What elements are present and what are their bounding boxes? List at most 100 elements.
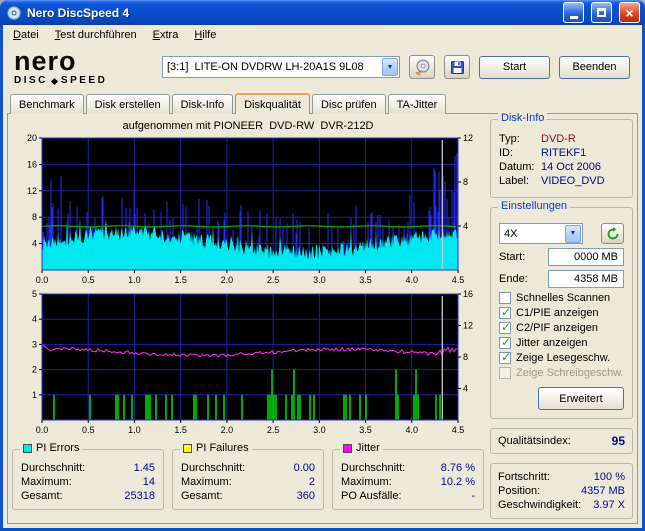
pi-errors-statbox: PI Errors Durchschnitt: 1.45 Maximum: 14 G… xyxy=(12,442,164,510)
checkbox-label: Zeige Schreibgeschw. xyxy=(516,367,624,379)
svg-text:4.0: 4.0 xyxy=(406,275,419,285)
tab-disk-erstellen[interactable]: Disk erstellen xyxy=(85,94,170,114)
nero-discspeed-window: Nero DiscSpeed 4 × Datei Test durchführe… xyxy=(0,0,645,531)
chart-column: aufgenommen mit PIONEER DVD-RW DVR-212D … xyxy=(12,119,484,519)
logo-disc-text: DISC xyxy=(14,75,48,87)
pi-failures-statbox: PI Failures Durchschnitt: 0.00 Maximum: 2 … xyxy=(172,442,324,510)
checkbox-label: C2/PIF anzeigen xyxy=(516,322,598,334)
checkbox-row: Zeige Schreibgeschw. xyxy=(499,367,624,379)
tab-disk-info[interactable]: Disk-Info xyxy=(171,94,234,114)
checkbox-label: Schnelles Scannen xyxy=(516,292,611,304)
position-value: 4357 MB xyxy=(580,485,625,497)
svg-text:1.5: 1.5 xyxy=(174,425,187,435)
stat-label: Gesamt: xyxy=(181,490,223,502)
checkbox-row[interactable]: Zeige Lesegeschw. xyxy=(499,350,624,364)
checkbox-schnelles-scannen[interactable] xyxy=(499,292,511,304)
svg-text:4: 4 xyxy=(463,221,468,231)
tabstrip: Benchmark Disk erstellen Disk-Info Diskq… xyxy=(3,90,642,114)
menu-extra[interactable]: Extra xyxy=(145,27,187,43)
logo-speed-text: SPEED xyxy=(60,75,108,87)
tab-benchmark[interactable]: Benchmark xyxy=(10,94,84,114)
refresh-speed-button[interactable] xyxy=(601,223,624,244)
save-button[interactable] xyxy=(444,55,470,80)
checkbox-zeige-lesegeschw[interactable] xyxy=(499,350,511,364)
stat-value: 14 xyxy=(142,476,155,488)
jitter-title: Jitter xyxy=(356,442,380,454)
disk-id-label: ID: xyxy=(499,147,514,159)
svg-text:20: 20 xyxy=(27,134,37,143)
start-position-field[interactable]: 0000 MB xyxy=(548,248,624,266)
settings-title: Einstellungen xyxy=(498,200,571,212)
chevron-down-icon[interactable]: ▼ xyxy=(565,224,581,243)
svg-text:12: 12 xyxy=(463,134,473,143)
stat-value: 25318 xyxy=(124,490,155,502)
nero-brand-text: nero xyxy=(14,46,77,77)
drive-select-value: [3:1] LITE-ON DVDRW LH-20A1S 9L08 xyxy=(167,61,364,74)
recorded-with-text: aufgenommen mit PIONEER DVD-RW DVR-212D xyxy=(122,120,374,132)
checkbox-label: Zeige Lesegeschw. xyxy=(516,352,611,364)
end-position-field[interactable]: 4358 MB xyxy=(548,270,624,288)
svg-text:2.0: 2.0 xyxy=(221,425,234,435)
pi-errors-title: PI Errors xyxy=(36,442,80,454)
speed-select-value: 4X xyxy=(504,227,518,240)
svg-text:4: 4 xyxy=(463,384,468,394)
quality-index-value: 95 xyxy=(611,434,625,448)
pi-failures-title: PI Failures xyxy=(196,442,249,454)
stat-label: PO Ausfälle: xyxy=(341,490,402,502)
checkbox-row[interactable]: C2/PIF anzeigen xyxy=(499,320,624,334)
checkbox-row[interactable]: Jitter anzeigen xyxy=(499,335,624,349)
start-button[interactable]: Start xyxy=(479,55,550,79)
stat-value: 360 xyxy=(296,490,315,502)
menu-test-durchfuehren[interactable]: Test durchführen xyxy=(47,27,145,43)
stat-label: Durchschnitt: xyxy=(181,462,246,474)
menu-hilfe[interactable]: Hilfe xyxy=(186,27,224,43)
tab-disc-pruefen[interactable]: Disc prüfen xyxy=(311,94,386,114)
stat-value: 8.76 % xyxy=(440,462,475,474)
quality-index-box: Qualitätsindex: 95 xyxy=(490,428,633,454)
maximize-icon xyxy=(597,8,606,17)
stat-value: 1.45 xyxy=(133,462,155,474)
svg-text:8: 8 xyxy=(463,352,468,362)
checkbox-row[interactable]: C1/PIE anzeigen xyxy=(499,305,624,319)
refresh-icon xyxy=(607,226,618,239)
checkbox-label: Jitter anzeigen xyxy=(516,337,588,349)
minimize-button[interactable] xyxy=(563,2,584,23)
svg-text:0.5: 0.5 xyxy=(82,275,95,285)
quit-button[interactable]: Beenden xyxy=(559,55,630,79)
svg-text:4: 4 xyxy=(32,314,37,324)
svg-text:3.5: 3.5 xyxy=(359,425,372,435)
menubar: Datei Test durchführen Extra Hilfe xyxy=(3,25,642,45)
quality-index-label: Qualitätsindex: xyxy=(498,435,571,447)
stat-label: Durchschnitt: xyxy=(21,462,86,474)
eject-disc-button[interactable] xyxy=(409,55,435,80)
svg-text:5: 5 xyxy=(32,290,37,299)
svg-text:8: 8 xyxy=(32,212,37,222)
checkbox-row[interactable]: Schnelles Scannen xyxy=(499,292,624,304)
advanced-button[interactable]: Erweitert xyxy=(538,387,624,410)
tab-diskqualitaet[interactable]: Diskqualität xyxy=(235,93,310,114)
svg-text:4.5: 4.5 xyxy=(452,425,465,435)
svg-text:2: 2 xyxy=(32,365,37,375)
svg-text:1.5: 1.5 xyxy=(174,275,187,285)
drive-select[interactable]: [3:1] LITE-ON DVDRW LH-20A1S 9L08 ▼ xyxy=(162,56,400,79)
svg-text:2.5: 2.5 xyxy=(267,275,280,285)
close-button[interactable]: × xyxy=(619,2,640,23)
checkbox-c2-pif-anzeigen[interactable] xyxy=(499,320,511,334)
svg-text:2.0: 2.0 xyxy=(221,275,234,285)
diskqualitaet-page: aufgenommen mit PIONEER DVD-RW DVR-212D … xyxy=(7,112,638,524)
checkbox-c1-pie-anzeigen[interactable] xyxy=(499,305,511,319)
maximize-button[interactable] xyxy=(591,2,612,23)
minimize-icon xyxy=(569,16,578,19)
checkbox-jitter-anzeigen[interactable] xyxy=(499,335,511,349)
svg-text:4.5: 4.5 xyxy=(452,275,465,285)
tab-ta-jitter[interactable]: TA-Jitter xyxy=(387,94,447,114)
disk-type-value: DVD-R xyxy=(541,133,576,145)
svg-text:1: 1 xyxy=(32,390,37,400)
menu-datei[interactable]: Datei xyxy=(5,27,47,43)
checkbox-label: C1/PIE anzeigen xyxy=(516,307,599,319)
speed-select[interactable]: 4X ▼ xyxy=(499,223,583,244)
checkbox-zeige-schreibgeschw xyxy=(499,367,511,379)
position-label: Position: xyxy=(498,485,541,497)
chevron-down-icon[interactable]: ▼ xyxy=(382,58,398,77)
disk-info-group: Disk-Info Typ: DVD-R ID: RITEKF1 Datum: 14 … xyxy=(490,112,633,198)
